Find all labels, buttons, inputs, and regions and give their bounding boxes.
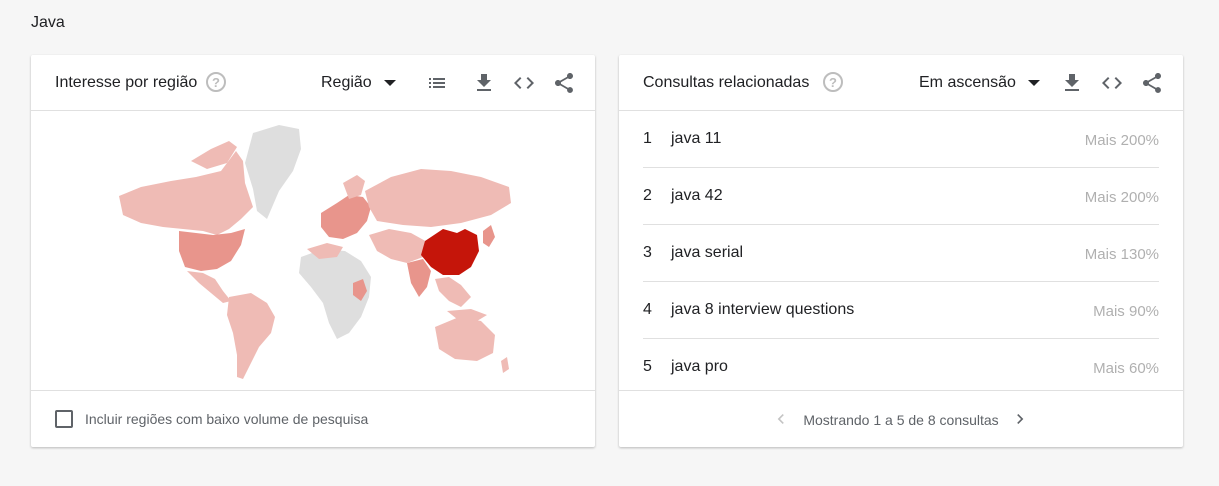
region-mexico	[187, 271, 231, 303]
share-icon[interactable]	[552, 71, 576, 95]
list-icon[interactable]	[425, 71, 449, 95]
query-row[interactable]: 2 java 42 Mais 200%	[643, 168, 1159, 225]
world-map[interactable]	[31, 111, 595, 390]
query-text: java serial	[671, 244, 744, 261]
query-row[interactable]: 3 java serial Mais 130%	[643, 225, 1159, 282]
query-value: Mais 90%	[1093, 303, 1159, 320]
embed-icon[interactable]	[512, 71, 536, 95]
chevron-right-icon[interactable]	[1010, 409, 1030, 429]
card-title: Consultas relacionadas	[643, 74, 810, 91]
share-icon[interactable]	[1140, 71, 1164, 95]
region-russia	[365, 169, 511, 227]
download-icon[interactable]	[1060, 71, 1084, 95]
embed-icon[interactable]	[1100, 71, 1124, 95]
query-list: 1 java 11 Mais 200% 2 java 42 Mais 200% …	[619, 111, 1183, 395]
query-text: java 11	[671, 130, 722, 147]
region-japan	[483, 225, 495, 247]
query-value: Mais 60%	[1093, 360, 1159, 377]
help-icon[interactable]: ?	[206, 72, 226, 92]
region-new-zealand	[501, 357, 509, 373]
region-middle-east	[369, 229, 429, 263]
region-australia	[435, 317, 495, 361]
card-footer: Incluir regiões com baixo volume de pesq…	[31, 390, 595, 447]
related-queries-card: Consultas relacionadas ? Em ascensão 1 j…	[619, 55, 1183, 447]
region-usa	[179, 229, 245, 271]
card-footer: Mostrando 1 a 5 de 8 consultas	[619, 390, 1183, 447]
query-text: java 8 interview questions	[671, 301, 855, 318]
region-china	[421, 229, 479, 275]
query-text: java pro	[671, 358, 728, 375]
region-greenland	[245, 125, 301, 219]
card-header: Interesse por região ? Região	[31, 55, 595, 111]
query-row[interactable]: 5 java pro Mais 60%	[643, 339, 1159, 395]
query-value: Mais 200%	[1084, 132, 1159, 149]
low-volume-checkbox[interactable]	[55, 410, 73, 428]
region-scandinavia	[343, 175, 365, 199]
query-text: java 42	[671, 187, 723, 204]
help-icon[interactable]: ?	[823, 72, 843, 92]
page-title: Java	[31, 14, 65, 31]
query-value: Mais 130%	[1084, 246, 1159, 263]
queries-type-dropdown[interactable]: Em ascensão	[919, 74, 1040, 92]
pager-text: Mostrando 1 a 5 de 8 consultas	[803, 412, 999, 428]
region-europe	[321, 195, 371, 239]
query-rank: 5	[643, 358, 652, 375]
query-rank: 4	[643, 301, 652, 318]
region-interest-card: Interesse por região ? Região Incluir re…	[31, 55, 595, 447]
query-row[interactable]: 4 java 8 interview questions Mais 90%	[643, 282, 1159, 339]
query-rank: 2	[643, 187, 652, 204]
region-south-america	[227, 293, 275, 379]
download-icon[interactable]	[472, 71, 496, 95]
checkbox-label: Incluir regiões com baixo volume de pesq…	[85, 411, 369, 427]
query-rank: 1	[643, 130, 652, 147]
card-title: Interesse por região	[55, 74, 198, 91]
resolution-dropdown[interactable]: Região	[321, 74, 396, 92]
query-value: Mais 200%	[1084, 189, 1159, 206]
query-row[interactable]: 1 java 11 Mais 200%	[643, 111, 1159, 168]
region-southeast-asia	[435, 277, 471, 307]
query-rank: 3	[643, 244, 652, 261]
region-canada	[119, 151, 253, 235]
dropdown-label: Em ascensão	[919, 74, 1016, 91]
dropdown-label: Região	[321, 74, 372, 91]
card-header: Consultas relacionadas ? Em ascensão	[619, 55, 1183, 111]
caret-down-icon	[383, 80, 396, 86]
caret-down-icon	[1027, 80, 1040, 86]
region-india	[407, 259, 431, 297]
